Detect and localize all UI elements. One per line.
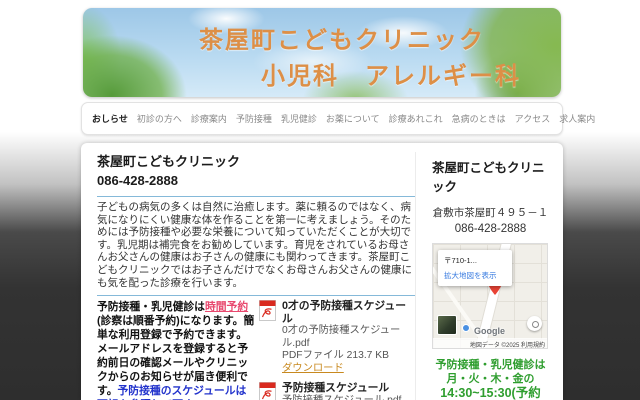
header-banner: 茶屋町こどもクリニック 小児科 アレルギー科 bbox=[83, 8, 561, 97]
main-nav: おしらせ 初診の方へ 診療案内 予防接種 乳児健診 お薬について 診療あれこれ … bbox=[81, 102, 595, 135]
nav-item-news[interactable]: おしらせ bbox=[92, 112, 128, 125]
pdf-title: 0才の予防接種スケジュール bbox=[282, 300, 407, 325]
hours-line: 14:30~15:30(予約制) bbox=[440, 386, 541, 400]
street-view-thumbnail-icon[interactable] bbox=[437, 315, 457, 335]
clinic-name-heading: 茶屋町こどもクリニック 086-428-2888 bbox=[97, 152, 415, 190]
vaccination-hours: 予防接種・乳児健診は 月・火・木・金の 14:30~15:30(予約制) bbox=[432, 358, 549, 400]
booking-block: 予防接種・乳児健診は時間予約(診察は順番予約)になります。簡単な利用登録で予約で… bbox=[97, 300, 255, 400]
sidebar-phone: 086-428-2888 bbox=[454, 223, 527, 235]
pdf-item: 予防接種スケジュール 予防接種スケジュール.pdf PDFファイル 847.8 … bbox=[259, 382, 415, 400]
separator-line bbox=[97, 295, 415, 297]
google-map-embed[interactable]: 〒710-1... 拡大地図を表示 Google 地図データ ©2025 利用規… bbox=[432, 243, 548, 349]
hours-line: 月・火・木・金の bbox=[446, 373, 535, 385]
pdf-filename: 予防接種スケジュール.pdf bbox=[282, 395, 401, 400]
content-column: 茶屋町こどもクリニック 小児科 アレルギー科 おしらせ 初診の方へ 診療案内 予… bbox=[81, 0, 595, 400]
nav-item-emergency[interactable]: 急病のときは bbox=[452, 112, 506, 125]
map-popup-address: 〒710-1... bbox=[444, 256, 477, 265]
time-reservation-link[interactable]: 時間予約 bbox=[205, 301, 248, 313]
clinic-name: 茶屋町こどもクリニック bbox=[97, 154, 241, 169]
pdf-download-list: 0才の予防接種スケジュール 0才の予防接種スケジュール.pdf PDFファイル … bbox=[255, 300, 415, 400]
separator-line bbox=[97, 196, 415, 197]
booking-text-lead: 予防接種・乳児健診は bbox=[97, 301, 205, 314]
nav-item-vaccination[interactable]: 予防接種 bbox=[236, 112, 272, 125]
pdf-item-texts: 0才の予防接種スケジュール 0才の予防接種スケジュール.pdf PDFファイル … bbox=[282, 300, 415, 375]
page-background: 茶屋町こどもクリニック 小児科 アレルギー科 おしらせ 初診の方へ 診療案内 予… bbox=[0, 0, 640, 400]
pdf-file-icon bbox=[259, 300, 276, 375]
download-link[interactable]: ダウンロード bbox=[282, 363, 344, 374]
sidebar-clinic-name: 茶屋町こどもクリニック bbox=[432, 161, 545, 194]
nav-item-first-visit[interactable]: 初診の方へ bbox=[137, 112, 182, 125]
site-title: 茶屋町こどもクリニック bbox=[199, 27, 485, 54]
map-compass-control-icon[interactable] bbox=[527, 316, 542, 331]
map-info-popup: 〒710-1... 拡大地図を表示 bbox=[438, 250, 512, 286]
pdf-title: 予防接種スケジュール bbox=[282, 382, 390, 395]
nav-item-medical-notes[interactable]: 診療あれこれ bbox=[389, 112, 443, 125]
main-content-box: 茶屋町こどもクリニック 086-428-2888 子どもの病気の多くは自然に治癒… bbox=[81, 143, 563, 400]
pdf-filename: 0才の予防接種スケジュール.pdf bbox=[282, 325, 401, 349]
pdf-item-texts: 予防接種スケジュール 予防接種スケジュール.pdf PDFファイル 847.8 … bbox=[282, 382, 401, 400]
google-logo: Google bbox=[474, 326, 505, 336]
main-column: 茶屋町こどもクリニック 086-428-2888 子どもの病気の多くは自然に治癒… bbox=[97, 152, 415, 400]
intro-paragraph: 子どもの病気の多くは自然に治癒します。薬に頼るのではなく、病気になりにくい健康な… bbox=[97, 201, 412, 289]
sidebar: 茶屋町こどもクリニック 倉敷市茶屋町４９５－１ 086-428-2888 〒71… bbox=[415, 152, 549, 400]
pdf-file-icon bbox=[259, 382, 276, 400]
map-poi-dot-icon bbox=[462, 324, 470, 332]
booking-and-downloads-row: 予防接種・乳児健診は時間予約(診察は順番予約)になります。簡単な利用登録で予約で… bbox=[97, 300, 415, 400]
nav-item-access[interactable]: アクセス bbox=[515, 112, 551, 125]
map-attribution: 地図データ ©2025 利用規約 bbox=[433, 338, 547, 348]
nav-item-infant-checkup[interactable]: 乳児健診 bbox=[281, 112, 317, 125]
hours-line: 予防接種・乳児健診は bbox=[435, 359, 546, 371]
nav-item-recruit[interactable]: 求人案内 bbox=[559, 112, 595, 125]
booking-text: 予防接種・乳児健診は時間予約(診察は順番予約)になります。簡単な利用登録で予約で… bbox=[97, 300, 255, 400]
sidebar-address: 倉敷市茶屋町４９５－１ bbox=[432, 207, 549, 219]
clinic-phone: 086-428-2888 bbox=[97, 173, 178, 188]
map-enlarge-link[interactable]: 拡大地図を表示 bbox=[444, 270, 506, 281]
site-subtitle: 小児科 アレルギー科 bbox=[261, 63, 521, 90]
pdf-meta: PDFファイル 213.7 KB bbox=[282, 350, 390, 362]
nav-item-services[interactable]: 診療案内 bbox=[191, 112, 227, 125]
nav-item-medicine[interactable]: お薬について bbox=[326, 112, 380, 125]
pdf-item: 0才の予防接種スケジュール 0才の予防接種スケジュール.pdf PDFファイル … bbox=[259, 300, 415, 375]
schedule-note: 予防接種のスケジュールは下記を参照して下さい。 bbox=[97, 385, 247, 400]
